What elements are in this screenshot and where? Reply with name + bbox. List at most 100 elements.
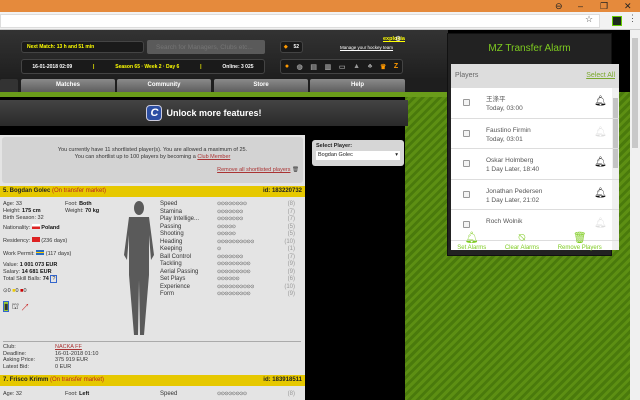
trophy-icon[interactable]: ♛ bbox=[380, 63, 386, 71]
popup-title: MZ Transfer Alarm bbox=[488, 43, 571, 54]
skill-value: (7) bbox=[287, 216, 295, 222]
remove-players-label: Remove Players bbox=[557, 245, 602, 251]
bell-icon[interactable]: 🔔︎ bbox=[594, 188, 607, 199]
coins-badge[interactable]: ◆ 52 bbox=[280, 41, 303, 53]
player-checkbox[interactable] bbox=[463, 221, 470, 228]
account-icon[interactable]: ⊖ bbox=[555, 0, 563, 12]
unlock-features-banner[interactable]: C Unlock more features! bbox=[0, 100, 408, 126]
skill-balls: ⊙⊙⊙⊙⊙⊙⊙⊙⊙ bbox=[217, 261, 251, 267]
clear-alarms-button[interactable]: ⍉ Clear Alarms bbox=[505, 228, 539, 256]
set-alarms-button[interactable]: 🔔︎ Set Alarms bbox=[457, 228, 486, 256]
search-input[interactable] bbox=[147, 40, 265, 54]
height-label: Height: bbox=[3, 208, 22, 214]
player-checkbox[interactable] bbox=[463, 190, 470, 198]
tab-help[interactable]: Help bbox=[310, 79, 405, 92]
minimize-button[interactable]: – bbox=[578, 0, 583, 12]
manage-team-link[interactable]: Manage your hockey team bbox=[340, 45, 393, 50]
page-scrollbar[interactable] bbox=[630, 30, 640, 400]
player-name: Faustino Firmin bbox=[486, 126, 531, 134]
nationality: Poland bbox=[41, 225, 60, 231]
skill-value: (8) bbox=[287, 391, 295, 397]
asking-label: Asking Price: bbox=[3, 357, 36, 363]
tab-store[interactable]: Store bbox=[214, 79, 308, 92]
thumbs-up-icon[interactable]: ▲ bbox=[353, 63, 360, 70]
scout-icon[interactable]: ⛫ bbox=[12, 302, 19, 311]
graph-icon[interactable]: ↗ bbox=[21, 302, 29, 311]
bell-icon[interactable]: 🔔︎ bbox=[594, 157, 607, 168]
player-id: id: 183918511 bbox=[263, 377, 302, 383]
skill-balls: ⊙⊙⊙⊙⊙⊙⊙ bbox=[217, 216, 243, 222]
bell-icon[interactable]: 🔔︎ bbox=[594, 96, 607, 107]
profile-icon[interactable]: ● bbox=[285, 63, 289, 70]
browser-menu-icon[interactable]: ⋮ bbox=[628, 13, 637, 24]
skill-balls: ⊙⊙⊙⊙⊙ bbox=[217, 223, 236, 230]
bell-icon: 🔔︎ bbox=[464, 232, 479, 244]
player-list-item: Jonathan Pedersen 1 Day Later, 21:02 🔔︎ bbox=[451, 180, 619, 210]
settings-gear-icon[interactable]: ⚙ bbox=[395, 35, 401, 43]
skill-balls: ⊙⊙⊙⊙⊙⊙ bbox=[217, 276, 240, 282]
tab-home[interactable] bbox=[0, 79, 18, 92]
skill-value: (8) bbox=[287, 201, 295, 207]
coin-icon: ◆ bbox=[283, 44, 288, 50]
skill-name: Speed bbox=[160, 391, 178, 397]
skill-value: (9) bbox=[287, 291, 295, 297]
docs-icon[interactable]: ▥ bbox=[325, 63, 332, 71]
skill-row: Ball Control ⊙⊙⊙⊙⊙⊙⊙ (7) bbox=[160, 254, 295, 262]
remove-players-button[interactable]: 🗑︎ Remove Players bbox=[558, 228, 602, 256]
shortlist-notice: You currently have 11 shortlisted player… bbox=[2, 137, 303, 183]
player-name[interactable]: 7. Frisco Krimm bbox=[3, 377, 48, 383]
restore-button[interactable]: ❐ bbox=[600, 0, 608, 12]
skill-row: Stamina ⊙⊙⊙⊙⊙⊙⊙ (7) bbox=[160, 209, 295, 217]
transfer-alarm-popup: MZ Transfer Alarm Players Select All 王涤平 T… bbox=[447, 33, 619, 256]
season-text: Season 65 · Week 2 · Day 6 bbox=[115, 63, 180, 70]
skill-name: Aerial Passing bbox=[160, 268, 199, 275]
club-member-link[interactable]: Club Member bbox=[197, 154, 230, 160]
help-icon[interactable]: ? bbox=[50, 275, 58, 283]
age: Age: 33 bbox=[3, 201, 22, 207]
player-header: 5. Bogdan Golec (On transfer market) id: … bbox=[0, 186, 305, 197]
birth-season: Birth Season: 32 bbox=[3, 215, 44, 221]
print-icon[interactable]: ▤ bbox=[310, 63, 317, 71]
skill-row: Experience ⊙⊙⊙⊙⊙⊙⊙⊙⊙⊙ (10) bbox=[160, 284, 295, 292]
sweden-flag-icon bbox=[36, 250, 45, 255]
globe-icon[interactable]: ◍ bbox=[297, 63, 303, 71]
skill-balls: ⊙ bbox=[217, 246, 221, 252]
player-info: Age: 33 Height: 175 cm Birth Season: 32 … bbox=[3, 201, 72, 312]
player-name: Roch Wolnik bbox=[486, 218, 523, 225]
select-player-dropdown[interactable]: Bogdan Golec ▾ bbox=[316, 151, 400, 160]
skill-name: Form bbox=[160, 291, 174, 297]
player-name[interactable]: 5. Bogdan Golec bbox=[3, 188, 50, 194]
close-button[interactable]: ✕ bbox=[624, 0, 632, 12]
transfer-labels: Club: Deadline: Asking Price: Latest Bid: bbox=[3, 344, 35, 370]
select-all-link[interactable]: Select All bbox=[586, 72, 615, 80]
player-checkbox[interactable] bbox=[463, 99, 470, 106]
residency-label: Residency: bbox=[3, 238, 32, 244]
skill-balls: ⊙⊙⊙⊙⊙⊙⊙⊙⊙ bbox=[217, 268, 251, 275]
address-bar-area bbox=[0, 12, 640, 30]
skill-value: (5) bbox=[287, 223, 295, 230]
unlock-text: Unlock more features! bbox=[166, 108, 262, 118]
extension-icon[interactable] bbox=[612, 16, 622, 26]
team-icon[interactable]: ♣ bbox=[368, 63, 373, 70]
foot-label: Foot: bbox=[65, 201, 80, 207]
bid-label: Latest Bid: bbox=[3, 363, 29, 370]
bell-inactive-icon[interactable]: 🔔︎ bbox=[594, 127, 607, 138]
skill-value: (6) bbox=[287, 276, 295, 282]
skill-row: Play Intellige... ⊙⊙⊙⊙⊙⊙⊙ (7) bbox=[160, 216, 295, 224]
skill-name: Shooting bbox=[160, 231, 184, 237]
remove-all-link[interactable]: Remove all shortlisted players bbox=[217, 167, 290, 173]
player-checkbox[interactable] bbox=[463, 160, 470, 167]
training-icon[interactable]: ▮ bbox=[3, 301, 10, 312]
tab-community[interactable]: Community bbox=[117, 79, 211, 92]
address-bar[interactable] bbox=[0, 14, 600, 28]
trash-icon[interactable]: 🗑 bbox=[292, 167, 299, 173]
bookmark-star-icon[interactable]: ☆ bbox=[585, 14, 593, 25]
bell-off-icon: ⍉ bbox=[518, 232, 526, 244]
residency-days: (236 days) bbox=[41, 238, 68, 244]
tab-matches[interactable]: Matches bbox=[21, 79, 115, 92]
player-checkbox[interactable] bbox=[463, 129, 470, 137]
z-icon[interactable]: Z bbox=[394, 63, 398, 70]
player-list-item: 王涤平 Today, 03:00 🔔︎ bbox=[451, 88, 619, 119]
monitor-icon[interactable]: ▭ bbox=[339, 63, 346, 71]
permit-label: Work Permit: bbox=[3, 251, 37, 257]
